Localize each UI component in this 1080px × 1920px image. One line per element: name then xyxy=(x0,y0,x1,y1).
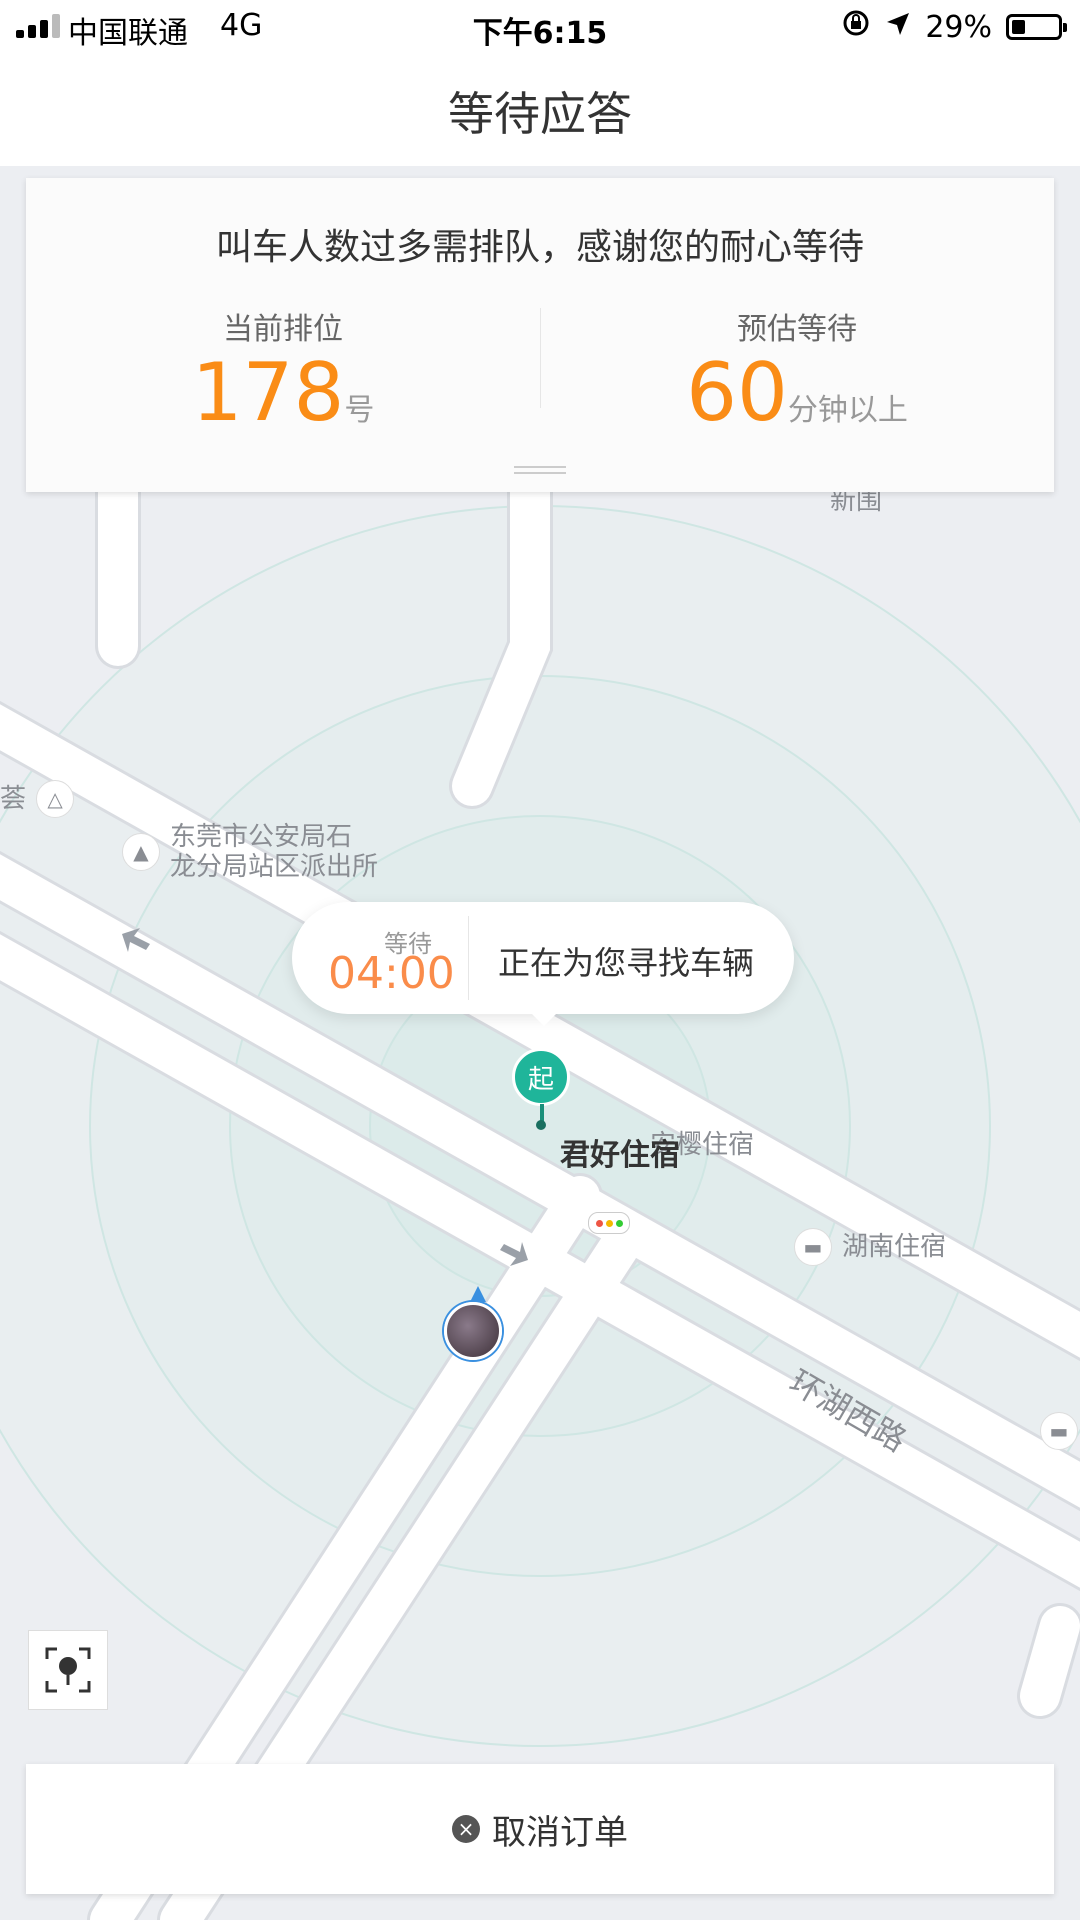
estimated-wait: 预估等待 60分钟以上 xyxy=(540,304,1054,438)
poi-bed-right: ▬ xyxy=(1040,1412,1078,1450)
pickup-place-name: 君好住宿 xyxy=(560,1138,680,1173)
battery-percent: 29% xyxy=(925,9,992,45)
bubble-message: 正在为您寻找车辆 xyxy=(498,944,755,982)
pickup-pin[interactable]: 起 xyxy=(512,1048,570,1106)
queue-position-label: 当前排位 xyxy=(223,312,343,347)
queue-card: 叫车人数过多需排队，感谢您的耐心等待 当前排位 178号 预估等待 60分钟以上 xyxy=(26,178,1054,492)
bubble-divider xyxy=(468,916,469,1000)
poi-label-line2: 龙分局站区派出所 xyxy=(170,852,379,882)
poi-partial-left: 荟 △ xyxy=(0,780,75,818)
queue-position: 当前排位 178号 xyxy=(26,304,540,438)
poi-police-station[interactable]: ▲ 东莞市公安局石 龙分局站区派出所 xyxy=(122,822,378,882)
cancel-order-label: 取消订单 xyxy=(492,1812,628,1853)
page-title: 等待应答 xyxy=(448,87,632,141)
estimated-wait-unit: 分钟以上 xyxy=(787,393,908,428)
queue-message: 叫车人数过多需排队，感谢您的耐心等待 xyxy=(215,227,864,268)
heading-arrow-icon xyxy=(470,1286,486,1302)
location-arrow-icon xyxy=(885,10,911,45)
poi-hotel-hunan[interactable]: ▬ 湖南住宿 xyxy=(794,1228,946,1266)
queue-position-value: 178 xyxy=(191,346,345,439)
user-avatar[interactable] xyxy=(444,1302,502,1360)
bed-icon: ▬ xyxy=(794,1228,832,1266)
battery-icon xyxy=(1006,14,1067,40)
bubble-tail xyxy=(530,1012,558,1026)
police-station-icon: ▲ xyxy=(122,833,160,871)
wait-countdown: 04:00 xyxy=(328,948,455,999)
drag-handle[interactable] xyxy=(514,466,566,474)
nav-bar: 等待应答 xyxy=(0,56,1080,167)
estimated-wait-label: 预估等待 xyxy=(737,312,857,347)
queue-position-unit: 号 xyxy=(344,393,375,428)
status-bubble: 等待 04:00 正在为您寻找车辆 xyxy=(292,902,794,1014)
locate-icon xyxy=(45,1647,91,1693)
poi-label-line1: 东莞市公安局石 xyxy=(170,822,353,852)
close-circle-icon: × xyxy=(452,1815,480,1843)
pickup-pin-dot xyxy=(536,1120,546,1130)
cancel-order-button[interactable]: × 取消订单 xyxy=(26,1764,1054,1894)
restaurant-icon: △ xyxy=(36,780,75,818)
locate-me-button[interactable] xyxy=(28,1630,108,1710)
rotation-lock-icon xyxy=(841,8,871,46)
traffic-light-icon xyxy=(588,1212,630,1234)
bed-icon: ▬ xyxy=(1040,1412,1078,1450)
estimated-wait-value: 60 xyxy=(686,346,788,439)
status-bar: 中国联通 4G 下午6:15 29% xyxy=(0,0,1080,56)
